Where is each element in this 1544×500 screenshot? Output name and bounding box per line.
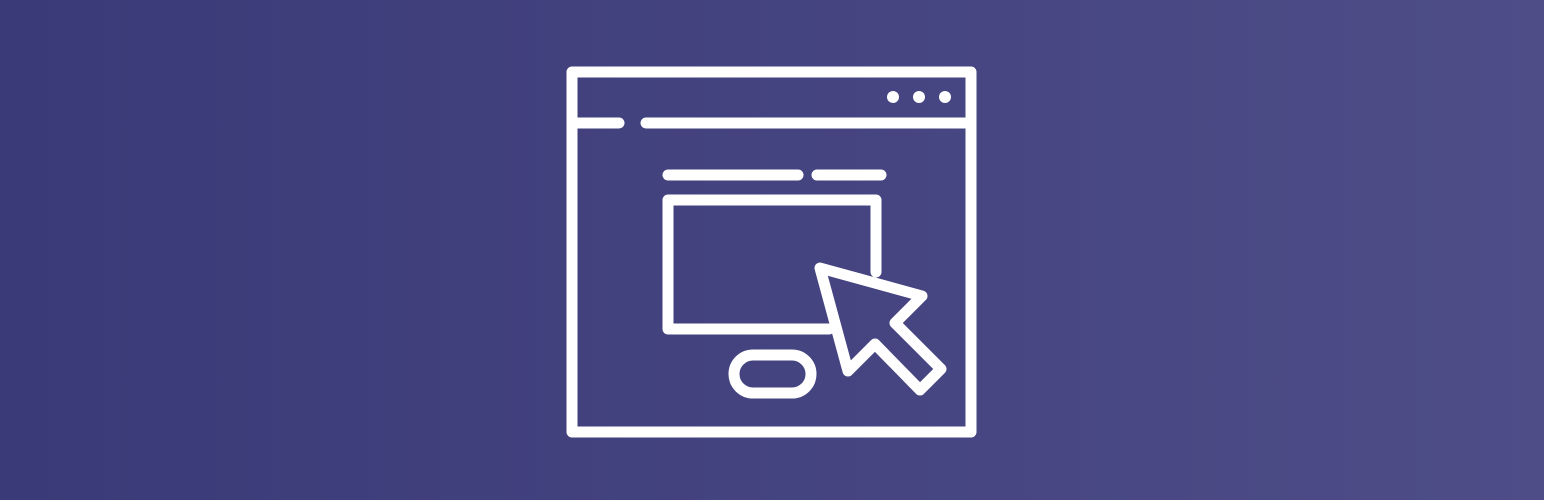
browser-window-icon-graphic	[566, 66, 977, 438]
browser-window-click-icon	[0, 0, 1544, 500]
window-dot-icon	[939, 91, 951, 103]
window-dot-icon	[913, 91, 925, 103]
pill-button-shape	[728, 349, 817, 399]
content-box-shape	[662, 194, 882, 335]
plugin-banner	[0, 0, 1544, 500]
window-dot-icon	[887, 91, 899, 103]
cursor-arrow-shape	[814, 262, 947, 396]
